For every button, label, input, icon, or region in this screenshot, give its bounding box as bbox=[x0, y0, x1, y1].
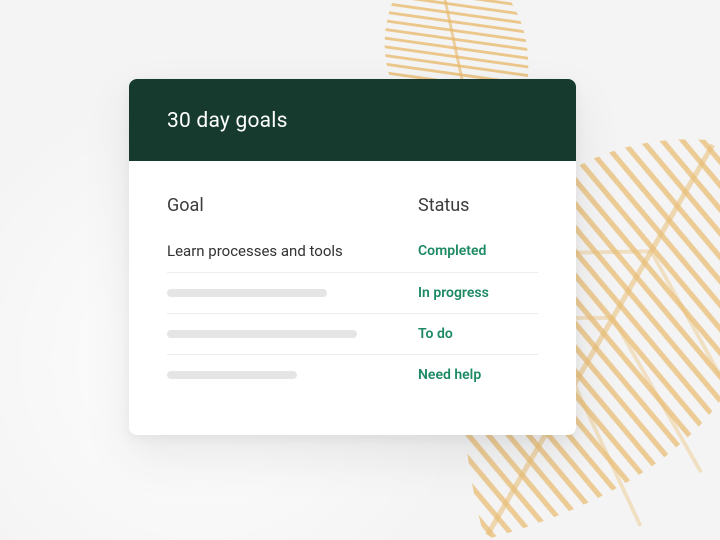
goal-placeholder bbox=[167, 289, 327, 297]
status-column-header: Status bbox=[418, 195, 538, 216]
card-body: Goal Status Learn processes and tools Com… bbox=[129, 161, 576, 435]
card-title: 30 day goals bbox=[129, 79, 576, 161]
goal-cell bbox=[167, 289, 418, 297]
goal-placeholder bbox=[167, 330, 357, 338]
goals-card: 30 day goals Goal Status Learn processes… bbox=[129, 79, 576, 435]
goal-text: Learn processes and tools bbox=[167, 242, 402, 260]
table-row: Learn processes and tools Completed bbox=[167, 242, 538, 273]
table-row: Need help bbox=[167, 355, 538, 395]
table-row: In progress bbox=[167, 273, 538, 314]
status-badge: In progress bbox=[418, 285, 538, 301]
goal-column-header: Goal bbox=[167, 195, 418, 216]
goal-cell bbox=[167, 371, 418, 379]
goal-cell: Learn processes and tools bbox=[167, 242, 418, 260]
status-badge: Completed bbox=[418, 243, 538, 259]
goals-list: Learn processes and tools Completed In pro… bbox=[167, 242, 538, 395]
table-row: To do bbox=[167, 314, 538, 355]
status-badge: Need help bbox=[418, 367, 538, 383]
status-badge: To do bbox=[418, 326, 538, 342]
goal-cell bbox=[167, 330, 418, 338]
goal-placeholder bbox=[167, 371, 297, 379]
table-header: Goal Status bbox=[167, 195, 538, 216]
